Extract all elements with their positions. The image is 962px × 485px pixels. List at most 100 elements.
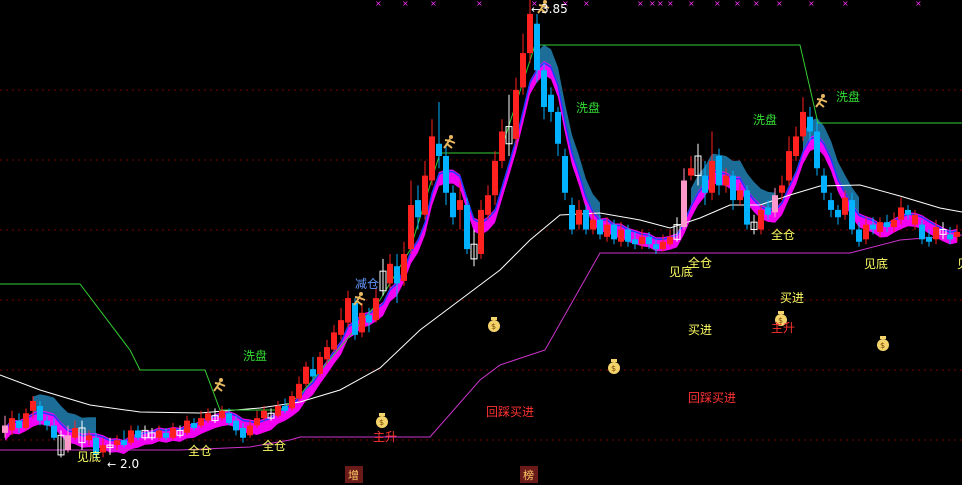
runner-icon [443, 135, 456, 149]
money-bag-icon: $ [608, 359, 620, 374]
top-marker: × [657, 0, 664, 8]
money-bag-icon-neck [611, 359, 617, 362]
candle-body [590, 219, 596, 230]
runner-icon [815, 94, 828, 108]
candle-body [499, 131, 505, 161]
candle-body [688, 168, 694, 176]
candle-body [408, 205, 414, 250]
annotation-labels: 洗盘 洗盘 洗盘 洗盘 减仓 全仓 全仓 全仓 全仓 见底 见底 见底 见底 买… [77, 2, 962, 483]
candle-body [464, 205, 470, 250]
candle-body [387, 263, 393, 284]
annotation-label: 洗盘 [243, 348, 267, 363]
candle-body [415, 200, 421, 218]
candle-body [800, 111, 806, 137]
candle-body [653, 244, 659, 250]
candle-body [849, 200, 855, 230]
candlestick-chart: × × × × × × × × × × × × × × × × × × × $$$$$←← 洗盘 洗盘 洗盘 洗盘 … [0, 0, 962, 483]
candle-body [184, 420, 190, 433]
candle-body [261, 410, 267, 419]
money-bag-icon-neck [778, 311, 784, 314]
money-bag-icon-neck [379, 413, 385, 416]
candle-body [170, 427, 176, 438]
candle-body [114, 440, 120, 446]
candle-body [723, 175, 729, 186]
top-marker: × [776, 0, 783, 8]
bottom-tag: 榜 [523, 468, 534, 482]
candle-body [828, 200, 834, 210]
candle-body [870, 224, 876, 230]
top-marker: × [753, 0, 760, 8]
candle-body [72, 427, 78, 438]
top-marker: × [375, 0, 382, 8]
runner-icon-head [449, 135, 453, 139]
candle-body [121, 440, 127, 446]
candle-body [352, 303, 358, 335]
top-marker: × [649, 0, 656, 8]
candle-body [779, 185, 785, 193]
candle-body [254, 418, 260, 426]
candle-body [443, 156, 449, 193]
candle-body [814, 131, 820, 169]
candle-body [541, 70, 547, 107]
top-marker: × [637, 0, 644, 8]
candle-body [296, 383, 302, 399]
candle-body [457, 200, 463, 210]
candle-body [520, 53, 526, 88]
annotation-label: 主升 [373, 430, 397, 444]
candle-body [331, 332, 337, 350]
annotation-label: 洗盘 [576, 100, 600, 115]
runner-icon-body [443, 138, 456, 149]
candle-body [625, 229, 631, 242]
candle-body [86, 435, 92, 441]
candle-body [163, 432, 169, 438]
candle-body [128, 430, 134, 443]
candle-body [247, 425, 253, 436]
trend-cloud [33, 44, 859, 444]
candle-body [583, 209, 589, 230]
top-marker: × [734, 0, 741, 8]
candle-body [394, 266, 400, 284]
candle-body [198, 418, 204, 426]
money-bag-icon-neck [491, 317, 497, 320]
candle-body [9, 418, 15, 431]
candle-body [359, 312, 365, 333]
candle-body [604, 224, 610, 237]
candle-body [317, 356, 323, 375]
annotation-label: 见底 [864, 256, 888, 271]
candle-body [786, 151, 792, 181]
annotation-label: 全仓 [188, 443, 212, 458]
annotation-label: 洗盘 [836, 89, 860, 104]
candle-body [219, 410, 225, 419]
candle-body [562, 156, 568, 193]
candle-body [37, 405, 43, 421]
candle-body [366, 315, 372, 323]
candle-body [807, 116, 813, 132]
candle-body [51, 425, 57, 438]
candle-body [303, 366, 309, 384]
candle-body [30, 401, 36, 411]
runner-icon-head [219, 378, 223, 382]
candle-body [877, 222, 883, 232]
candle-body [758, 209, 764, 230]
candle-body [156, 430, 162, 438]
candle-body [548, 94, 554, 112]
candle-body [863, 224, 869, 240]
candle-body [926, 236, 932, 242]
candle-body [310, 369, 316, 377]
money-bag-icon: $ [376, 413, 388, 428]
runner-icon-body [815, 97, 828, 108]
candle-body [842, 197, 848, 215]
candle-body [618, 229, 624, 242]
candle-body [422, 175, 428, 215]
annotation-label: 见底 [957, 256, 962, 271]
candle-body [478, 209, 484, 254]
candle-body [324, 347, 330, 360]
top-marker: × [667, 0, 674, 8]
candle-body [765, 207, 771, 215]
candle-body [660, 241, 666, 250]
candle-body [345, 298, 351, 323]
candle-body [716, 156, 722, 186]
money-bag-icon: $ [877, 336, 889, 351]
candle-body [534, 23, 540, 71]
money-bag-icon-mark: $ [491, 322, 496, 331]
